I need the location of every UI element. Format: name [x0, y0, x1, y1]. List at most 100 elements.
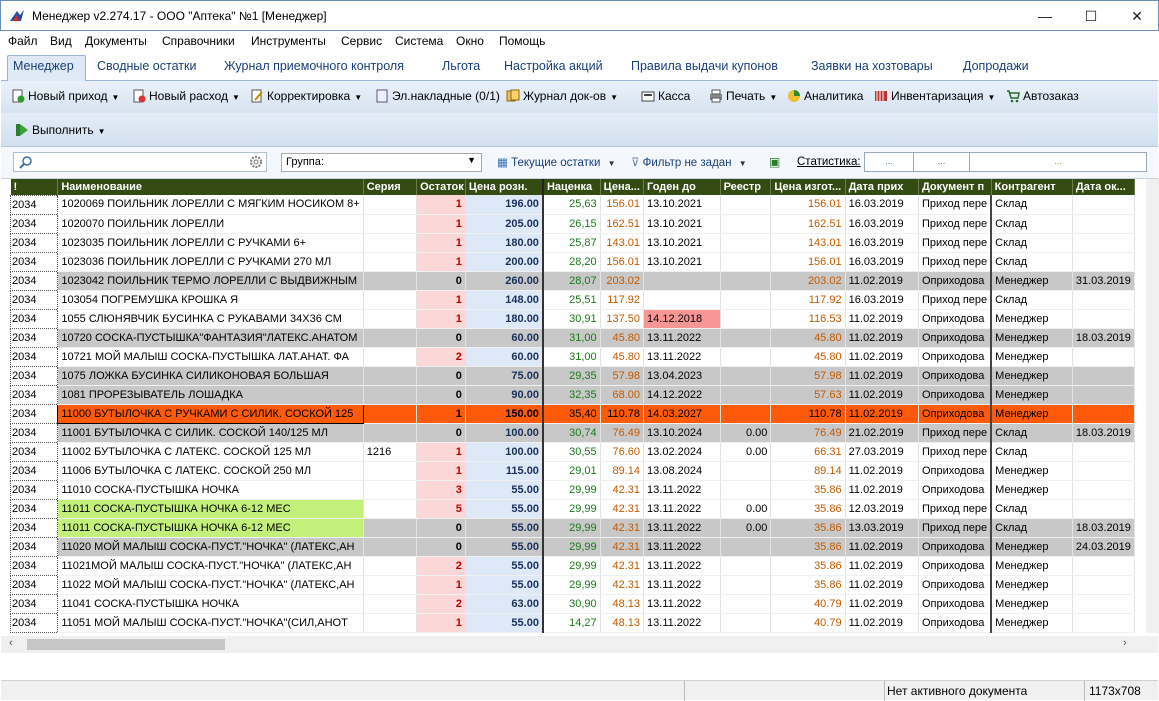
column-header[interactable]: Документ п — [918, 179, 992, 195]
cash-button[interactable]: Касса — [641, 89, 690, 103]
table-row[interactable]: 2034 11011 СОСКА-ПУСТЫШКА НОЧКА 6-12 МЕС 0… — [10, 517, 1135, 538]
table-row[interactable]: 2034 1023042 ПОИЛЬНИК ТЕРМО ЛОРЕЛЛИ С ВЫД… — [10, 270, 1135, 291]
tab-coupon-rules[interactable]: Правила выдачи купонов — [631, 59, 778, 73]
new-expense-button[interactable]: Новый расход ▼ — [132, 89, 240, 103]
table-row[interactable]: 2034 1020069 ПОИЛЬНИК ЛОРЕЛЛИ С МЯГКИМ НО… — [10, 194, 1135, 215]
table-row[interactable]: 2034 11021МОЙ МАЛЫШ СОСКА-ПУСТ."НОЧКА" (Л… — [10, 555, 1135, 576]
current-stock-button[interactable]: ▦ Текущие остатки ▼ — [497, 155, 616, 169]
column-header[interactable]: Наценка — [541, 179, 601, 195]
stock-grid[interactable]: ! Наименование Серия Остаток Цена розн. Нацен… — [10, 179, 1135, 633]
column-header[interactable]: Реестр — [720, 179, 772, 195]
cell-name: 1020069 ПОИЛЬНИК ЛОРЕЛЛИ С МЯГКИМ НОСИКО… — [57, 195, 364, 215]
tab-upsell[interactable]: Допродажи — [963, 59, 1029, 73]
analytics-button[interactable]: Аналитика — [787, 89, 863, 103]
menu-system[interactable]: Система — [395, 34, 443, 48]
filter-button[interactable]: ⊽ Фильтр не задан ▼ — [631, 155, 747, 169]
cell-name: 10720 СОСКА-ПУСТЫШКА"ФАНТАЗИЯ"ЛАТЕКС.АНА… — [57, 328, 364, 348]
table-row[interactable]: 2034 1075 ЛОЖКА БУСИНКА СИЛИКОНОВАЯ БОЛЬШ… — [10, 365, 1135, 386]
table-row[interactable]: 2034 11020 МОЙ МАЛЫШ СОСКА-ПУСТ."НОЧКА" (… — [10, 536, 1135, 557]
cell-flag: 2034 — [10, 555, 59, 576]
tab-benefit[interactable]: Льгота — [442, 59, 480, 73]
tab-summary-stock[interactable]: Сводные остатки — [97, 59, 196, 73]
table-row[interactable]: 2034 1055 СЛЮНЯВЧИК БУСИНКА С РУКАВАМИ 34… — [10, 308, 1135, 329]
tab-promo-settings[interactable]: Настройка акций — [504, 59, 603, 73]
tab-manager[interactable]: Менеджер — [13, 59, 74, 73]
e-invoices-button[interactable]: Эл.накладные (0/1) — [375, 89, 500, 103]
table-row[interactable]: 2034 1023035 ПОИЛЬНИК ЛОРЕЛЛИ С РУЧКАМИ 6… — [10, 232, 1135, 253]
autoorder-button[interactable]: Автозаказ — [1006, 89, 1079, 103]
cell-dok — [1072, 195, 1135, 215]
table-row[interactable]: 2034 11010 СОСКА-ПУСТЫШКА НОЧКА 3 55.00 29,9… — [10, 479, 1135, 500]
execute-button[interactable]: Выполнить ▼ — [15, 123, 106, 137]
column-header[interactable]: Цена... — [600, 179, 645, 195]
menu-documents[interactable]: Документы — [85, 34, 147, 48]
table-row[interactable]: 2034 1081 ПРОРЕЗЫВАТЕЛЬ ЛОШАДКА 0 90.00 32,3… — [10, 384, 1135, 405]
column-header[interactable]: Годен до — [643, 179, 721, 195]
cell-agent: Склад — [990, 214, 1073, 234]
status-divider — [1084, 681, 1085, 701]
column-header[interactable]: Цена розн. — [465, 179, 544, 195]
column-header[interactable]: Остаток — [416, 179, 466, 195]
cell-reg — [720, 347, 772, 367]
close-button[interactable]: ✕ — [1114, 1, 1159, 31]
column-header[interactable]: ! — [10, 179, 59, 195]
table-row[interactable]: 2034 11000 БУТЫЛОЧКА С РУЧКАМИ С СИЛИК. С… — [10, 403, 1135, 424]
table-row[interactable]: 2034 11011 СОСКА-ПУСТЫШКА НОЧКА 6-12 МЕС 5… — [10, 498, 1135, 519]
menu-window[interactable]: Окно — [456, 34, 484, 48]
cell-dok — [1072, 556, 1135, 576]
menu-help[interactable]: Помощь — [499, 34, 545, 48]
menu-view[interactable]: Вид — [50, 34, 72, 48]
minimize-button[interactable]: — — [1022, 1, 1068, 31]
horizontal-scrollbar[interactable]: ‹ › — [1, 636, 1158, 653]
new-income-button[interactable]: Новый приход ▼ — [11, 89, 119, 103]
tab-household-requests[interactable]: Заявки на хозтовары — [811, 59, 933, 73]
table-row[interactable]: 2034 10720 СОСКА-ПУСТЫШКА"ФАНТАЗИЯ"ЛАТЕКС… — [10, 327, 1135, 348]
menu-service[interactable]: Сервис — [341, 34, 382, 48]
cash-register-icon — [641, 91, 655, 102]
table-row[interactable]: 2034 1023036 ПОИЛЬНИК ЛОРЕЛЛИ С РУЧКАМИ 2… — [10, 251, 1135, 272]
scroll-thumb[interactable] — [27, 639, 225, 650]
inventory-button[interactable]: Инвентаризация ▼ — [874, 89, 995, 103]
table-row[interactable]: 2034 1020070 ПОИЛЬНИК ЛОРЕЛЛИ 1 205.00 26,15… — [10, 213, 1135, 234]
table-row[interactable]: 2034 11051 МОЙ МАЛЫШ СОСКА-ПУСТ."НОЧКА"(С… — [10, 612, 1135, 633]
column-header[interactable]: Дата прих — [845, 179, 919, 195]
table-row[interactable]: 2034 11002 БУТЫЛОЧКА С ЛАТЕКС. СОСКОЙ 125… — [10, 441, 1135, 462]
cell-dok — [1072, 594, 1135, 614]
column-header[interactable]: Дата ок... — [1072, 179, 1135, 195]
table-row[interactable]: 2034 11041 СОСКА-ПУСТЫШКА НОЧКА 2 63.00 30,9… — [10, 593, 1135, 614]
table-row[interactable]: 2034 11006 БУТЫЛОЧКА С ЛАТЕКС. СОСКОЙ 250… — [10, 460, 1135, 481]
excel-icon[interactable]: ▣ — [769, 155, 780, 169]
doc-journal-button[interactable]: Журнал док-ов ▼ — [506, 89, 618, 103]
scroll-right-icon[interactable]: › — [1123, 637, 1127, 649]
cell-series — [363, 461, 418, 481]
vertical-scrollbar[interactable] — [1146, 179, 1159, 633]
main-toolbar: Новый приход ▼ Новый расход ▼ Корректировк… — [1, 81, 1158, 113]
menu-references[interactable]: Справочники — [162, 34, 235, 48]
table-row[interactable]: 2034 103054 ПОГРЕМУШКА КРОШКА Я 1 148.00 25,… — [10, 289, 1135, 310]
cell-agent: Склад — [990, 195, 1073, 215]
maximize-button[interactable]: ☐ — [1068, 1, 1114, 31]
column-header[interactable]: Контрагент — [991, 179, 1073, 195]
scroll-left-icon[interactable]: ‹ — [9, 637, 13, 649]
menu-tools[interactable]: Инструменты — [251, 34, 326, 48]
group-select[interactable]: Группа: ▼ — [281, 153, 482, 172]
cell-series — [363, 214, 418, 234]
cell-doc: Приход пере — [918, 252, 992, 272]
column-header[interactable]: Наименование — [57, 179, 364, 195]
menu-file[interactable]: Файл — [8, 34, 38, 48]
cell-doc: Оприходова — [918, 613, 992, 633]
table-row[interactable]: 2034 11022 МОЙ МАЛЫШ СОСКА-ПУСТ."НОЧКА" (… — [10, 574, 1135, 595]
cell-reg: 0.00 — [720, 442, 772, 462]
table-row[interactable]: 2034 11001 БУТЫЛОЧКА С СИЛИК. СОСКОЙ 140/… — [10, 422, 1135, 443]
tab-acceptance-journal[interactable]: Журнал приемочного контроля — [224, 59, 404, 73]
print-button[interactable]: Печать ▼ — [709, 89, 777, 103]
cell-reg — [720, 575, 772, 595]
search-input[interactable] — [13, 152, 267, 172]
column-header[interactable]: Серия — [363, 179, 418, 195]
table-row[interactable]: 2034 10721 МОЙ МАЛЫШ СОСКА-ПУСТЫШКА ЛАТ.А… — [10, 346, 1135, 367]
statistics-link[interactable]: Статистика: — [797, 156, 861, 168]
cell-date: 11.02.2019 — [845, 271, 919, 291]
correction-button[interactable]: Корректировка ▼ — [250, 89, 362, 103]
gear-icon[interactable] — [249, 155, 263, 169]
column-header[interactable]: Цена изгот... — [770, 179, 846, 195]
